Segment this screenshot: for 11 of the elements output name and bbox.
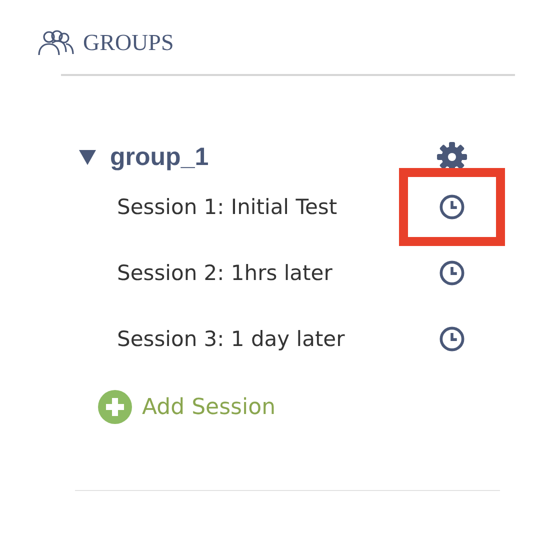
group-name[interactable]: group_1 (110, 142, 436, 172)
people-icon (37, 29, 75, 57)
session-item[interactable]: Session 2: 1hrs later (117, 261, 399, 285)
triangle-icon[interactable] (79, 150, 96, 164)
session-item[interactable]: Session 1: Initial Test (117, 195, 399, 219)
section-title: GROUPS (83, 30, 174, 56)
plus-icon (98, 390, 132, 424)
clock-icon[interactable] (439, 326, 465, 352)
clock-icon[interactable] (439, 260, 465, 286)
session-item[interactable]: Session 3: 1 day later (117, 327, 399, 351)
clock-icon[interactable] (439, 194, 465, 220)
